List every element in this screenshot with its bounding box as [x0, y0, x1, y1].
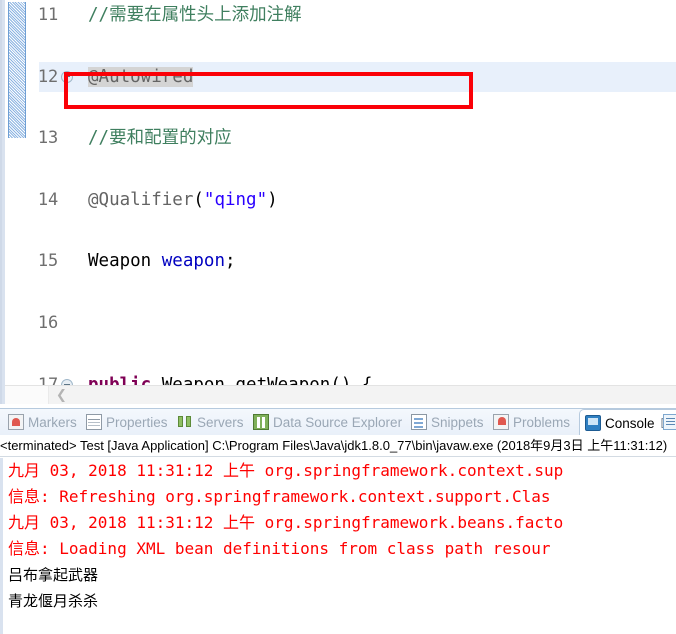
tab-overflow-icon[interactable]	[663, 409, 676, 435]
tab-label: Problems	[513, 415, 571, 430]
tab-data-source-explorer[interactable]: Data Source Explorer	[253, 409, 402, 435]
line-number: 17	[37, 374, 58, 385]
servers-icon	[177, 414, 193, 430]
tab-servers[interactable]: Servers	[177, 409, 244, 435]
code-token: public	[88, 374, 152, 385]
code-line-text: @Autowired	[88, 62, 194, 93]
code-fold-toggle-icon[interactable]	[61, 70, 73, 83]
console-output-line: 九月 03, 2018 11:31:12 上午 org.springframew…	[8, 513, 564, 532]
snippets-icon	[411, 414, 427, 430]
tab-label: Data Source Explorer	[273, 415, 403, 430]
code-token: weapon	[161, 251, 225, 272]
java-editor-panel[interactable]: 11//需要在属性头上添加注解 12 @Autowired 13//要和配置的对应 14…	[0, 0, 676, 404]
console-icon	[585, 415, 601, 431]
tab-markers[interactable]: Markers	[8, 409, 77, 435]
console-view[interactable]: Markers Properties Servers Data Source Expl…	[0, 408, 676, 634]
code-token: Weapon	[88, 251, 162, 272]
code-token: @Autowired	[88, 66, 194, 87]
scroll-left-arrow-icon[interactable]: ❮	[54, 388, 69, 403]
code-token: //需要在属性头上添加注解	[88, 5, 302, 25]
code-token: //要和配置的对应	[88, 128, 232, 149]
code-line-text: Weapon weapon;	[88, 246, 236, 277]
console-terminated-status: <terminated> Test [Java Application] C:\…	[0, 435, 676, 456]
code-token: Weapon getWeapon() {	[151, 374, 373, 385]
code-token: )	[267, 189, 278, 210]
tab-label: Markers	[28, 415, 77, 430]
folding-ruler-bar[interactable]	[8, 2, 26, 138]
code-line-text: //需要在属性头上添加注解	[88, 0, 302, 31]
tab-properties[interactable]: Properties	[86, 409, 168, 435]
console-status-separator	[0, 456, 676, 457]
line-number: 15	[37, 251, 58, 272]
console-output-line: 青龙偃月杀杀	[8, 592, 99, 610]
code-token: (	[193, 189, 204, 210]
console-output-line: 信息: Refreshing org.springframework.conte…	[8, 487, 551, 506]
code-token: @Qualifier	[88, 189, 194, 210]
code-line[interactable]: 13//要和配置的对应	[2, 123, 676, 154]
code-line[interactable]: 16	[2, 308, 676, 339]
view-tab-bar[interactable]: Markers Properties Servers Data Source Expl…	[0, 408, 676, 435]
code-line[interactable]: 15 Weapon weapon;	[2, 246, 676, 277]
console-output-line: 信息: Loading XML bean definitions from cl…	[8, 539, 551, 558]
editor-scrollbar-corner	[5, 386, 49, 404]
tab-label: Console	[605, 416, 655, 431]
tab-label: Snippets	[431, 415, 484, 430]
editor-horizontal-scrollbar[interactable]: ❮	[5, 385, 676, 404]
console-output-line: 九月 03, 2018 11:31:12 上午 org.springframew…	[8, 461, 564, 480]
code-line[interactable]: 11//需要在属性头上添加注解	[2, 0, 676, 31]
markers-icon	[8, 414, 24, 430]
code-token: ;	[224, 251, 236, 272]
properties-icon	[86, 414, 102, 430]
code-line[interactable]: 14 @Qualifier("qing")	[2, 185, 676, 216]
code-line[interactable]: 17 public Weapon getWeapon() {	[2, 370, 676, 385]
code-line[interactable]: 12 @Autowired	[2, 61, 676, 93]
tab-console[interactable]: Console⌧	[579, 409, 676, 435]
tab-problems[interactable]: Problems	[493, 409, 570, 435]
code-token: "qing"	[203, 189, 268, 210]
tab-label: Properties	[106, 415, 168, 430]
data-source-icon	[253, 414, 269, 430]
code-area[interactable]: 11//需要在属性头上添加注解 12 @Autowired 13//要和配置的对应 14…	[2, 0, 676, 385]
code-line-text: //要和配置的对应	[88, 123, 232, 154]
problems-icon	[493, 414, 509, 430]
tab-label: Servers	[197, 415, 244, 430]
console-output-area[interactable]: 九月 03, 2018 11:31:12 上午 org.springframew…	[0, 458, 676, 634]
code-line-text: @Qualifier("qing")	[88, 185, 278, 216]
tab-snippets[interactable]: Snippets	[411, 409, 484, 435]
line-number: 16	[37, 312, 58, 333]
console-overflow-icon	[663, 414, 676, 430]
console-output-line: 吕布拿起武器	[8, 566, 99, 584]
code-line-text: public Weapon getWeapon() {	[88, 370, 372, 385]
line-number: 14	[37, 189, 58, 210]
